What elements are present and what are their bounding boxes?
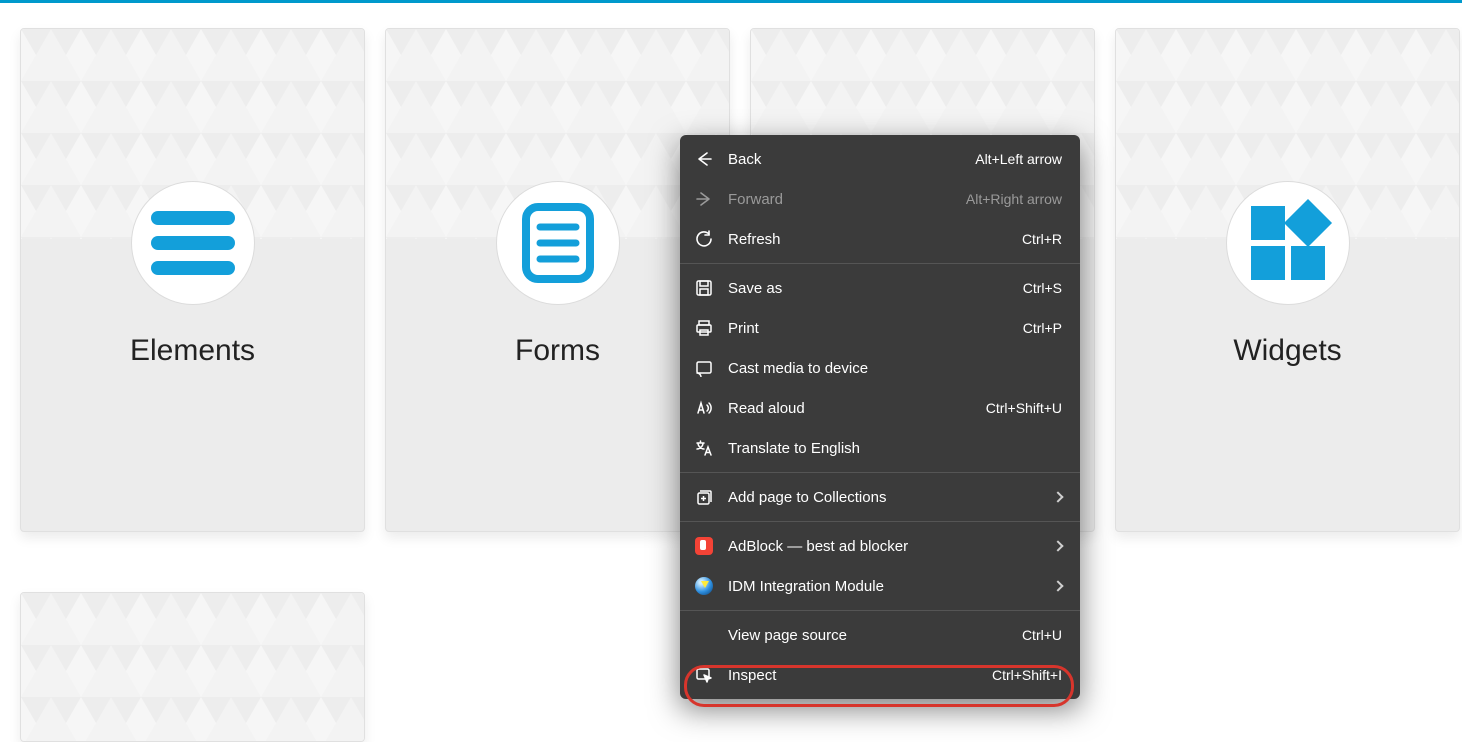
menu-label: View page source	[728, 627, 1022, 644]
translate-icon	[694, 438, 714, 458]
save-icon	[694, 278, 714, 298]
menu-shortcut: Ctrl+S	[1023, 280, 1062, 296]
menu-shortcut: Ctrl+R	[1022, 231, 1062, 247]
menu-cast[interactable]: Cast media to device	[680, 348, 1080, 388]
menu-adblock[interactable]: AdBlock — best ad blocker	[680, 526, 1080, 566]
menu-save-as[interactable]: Save as Ctrl+S	[680, 268, 1080, 308]
menu-label: Add page to Collections	[728, 489, 1046, 506]
menu-separator	[680, 610, 1080, 611]
idm-icon	[694, 576, 714, 596]
menu-idm[interactable]: IDM Integration Module	[680, 566, 1080, 606]
menu-shortcut: Ctrl+Shift+U	[986, 400, 1062, 416]
card-forms[interactable]: Forms	[385, 28, 730, 532]
menu-label: IDM Integration Module	[728, 578, 1046, 595]
menu-label: Refresh	[728, 231, 1022, 248]
menu-collections[interactable]: Add page to Collections	[680, 477, 1080, 517]
collections-icon	[694, 487, 714, 507]
chevron-right-icon	[1052, 491, 1063, 502]
menu-translate[interactable]: Translate to English	[680, 428, 1080, 468]
menu-label: Read aloud	[728, 400, 986, 417]
forms-icon	[496, 181, 620, 305]
card-title: Elements	[21, 334, 364, 368]
menu-label: Forward	[728, 191, 966, 208]
card-elements[interactable]: Elements	[20, 28, 365, 532]
blank-icon	[694, 625, 714, 645]
menu-label: Print	[728, 320, 1023, 337]
menu-print[interactable]: Print Ctrl+P	[680, 308, 1080, 348]
menu-label: Translate to English	[728, 440, 1062, 457]
menu-shortcut: Alt+Right arrow	[966, 191, 1062, 207]
widgets-icon	[1226, 181, 1350, 305]
read-aloud-icon	[694, 398, 714, 418]
menu-back[interactable]: Back Alt+Left arrow	[680, 139, 1080, 179]
card-title: Widgets	[1116, 334, 1459, 368]
menu-label: Cast media to device	[728, 360, 1062, 377]
menu-separator	[680, 521, 1080, 522]
context-menu: Back Alt+Left arrow Forward Alt+Right ar…	[680, 135, 1080, 699]
forward-arrow-icon	[694, 189, 714, 209]
menu-separator	[680, 472, 1080, 473]
chevron-right-icon	[1052, 540, 1063, 551]
cast-icon	[694, 358, 714, 378]
menu-label: Save as	[728, 280, 1023, 297]
card-row2[interactable]	[20, 592, 365, 742]
elements-icon	[131, 181, 255, 305]
menu-forward: Forward Alt+Right arrow	[680, 179, 1080, 219]
refresh-icon	[694, 229, 714, 249]
print-icon	[694, 318, 714, 338]
menu-shortcut: Alt+Left arrow	[975, 151, 1062, 167]
menu-refresh[interactable]: Refresh Ctrl+R	[680, 219, 1080, 259]
card-pattern	[21, 593, 364, 742]
adblock-icon	[694, 536, 714, 556]
back-arrow-icon	[694, 149, 714, 169]
menu-shortcut: Ctrl+P	[1023, 320, 1062, 336]
page-top-border	[0, 0, 1462, 3]
menu-label: Inspect	[728, 667, 992, 684]
menu-view-source[interactable]: View page source Ctrl+U	[680, 615, 1080, 655]
menu-shortcut: Ctrl+Shift+I	[992, 667, 1062, 683]
inspect-icon	[694, 665, 714, 685]
menu-label: Back	[728, 151, 975, 168]
menu-inspect[interactable]: Inspect Ctrl+Shift+I	[680, 655, 1080, 695]
menu-label: AdBlock — best ad blocker	[728, 538, 1046, 555]
card-widgets[interactable]: Widgets	[1115, 28, 1460, 532]
card-title: Forms	[386, 334, 729, 368]
menu-shortcut: Ctrl+U	[1022, 627, 1062, 643]
menu-separator	[680, 263, 1080, 264]
menu-read-aloud[interactable]: Read aloud Ctrl+Shift+U	[680, 388, 1080, 428]
chevron-right-icon	[1052, 580, 1063, 591]
